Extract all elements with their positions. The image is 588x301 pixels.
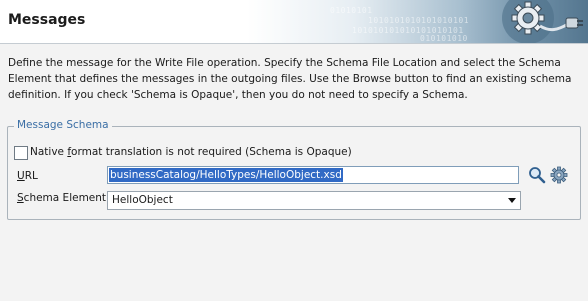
chevron-down-icon[interactable]: [508, 198, 516, 203]
page-title: Messages: [8, 12, 86, 28]
binary-decoration: 01010101: [330, 6, 373, 15]
url-value: businessCatalog/HelloTypes/HelloObject.x…: [109, 168, 343, 182]
schema-opaque-label[interactable]: Native format translation is not require…: [30, 146, 352, 158]
instructions-text: Define the message for the Write File op…: [8, 57, 572, 101]
schema-element-value: HelloObject: [112, 194, 173, 206]
gear-icon[interactable]: [550, 166, 568, 184]
url-field[interactable]: businessCatalog/HelloTypes/HelloObject.x…: [107, 166, 519, 184]
schema-element-label: Schema Element: [17, 192, 107, 204]
binary-decoration: 010101010: [420, 34, 468, 43]
gear-plug-logo-icon: [502, 0, 583, 43]
schema-opaque-checkbox[interactable]: [14, 146, 28, 160]
url-label: URL: [17, 170, 38, 182]
schema-element-select[interactable]: HelloObject: [107, 191, 521, 210]
binary-decoration: 1010101010101010101: [368, 16, 470, 25]
search-icon[interactable]: [528, 166, 546, 184]
wizard-header: Messages 01010101 1010101010101010101 10…: [0, 0, 588, 44]
message-schema-legend: Message Schema: [14, 119, 112, 131]
